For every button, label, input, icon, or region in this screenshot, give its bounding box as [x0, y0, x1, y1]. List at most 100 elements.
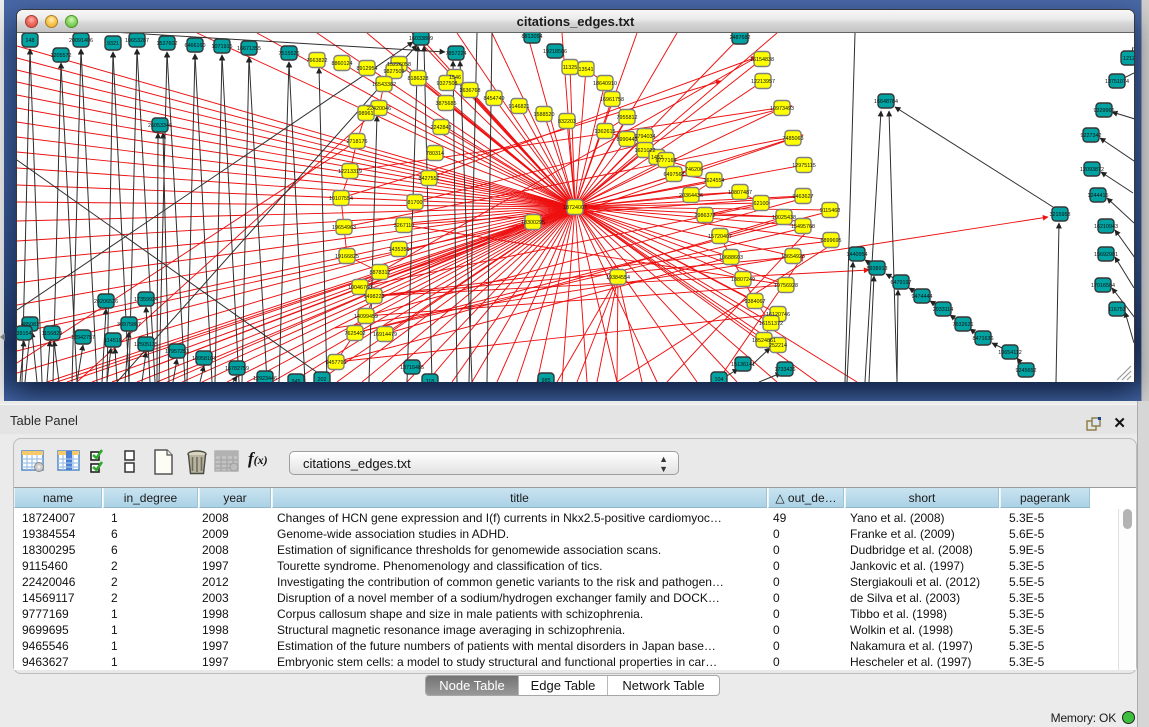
svg-text:1435356: 1435356	[389, 247, 410, 253]
svg-text:1362615: 1362615	[595, 129, 616, 135]
svg-text:1733426: 1733426	[775, 367, 796, 373]
svg-text:3875685: 3875685	[436, 101, 457, 107]
svg-text:12942757: 12942757	[71, 335, 95, 341]
svg-text:12093872: 12093872	[1080, 167, 1104, 173]
svg-text:8427552: 8427552	[419, 176, 440, 182]
svg-text:2636768: 2636768	[460, 88, 481, 94]
svg-text:104: 104	[715, 377, 724, 382]
svg-text:6479197: 6479197	[891, 280, 912, 286]
svg-text:116753: 116753	[1108, 307, 1126, 313]
svg-text:15226058: 15226058	[387, 62, 411, 68]
svg-text:6497568: 6497568	[664, 172, 685, 178]
svg-text:17016504: 17016504	[1091, 283, 1115, 289]
svg-text:20364436: 20364436	[679, 193, 703, 199]
svg-text:1440954: 1440954	[847, 252, 868, 258]
svg-text:118: 118	[426, 379, 435, 382]
svg-text:832203: 832203	[558, 119, 576, 125]
svg-text:8813054: 8813054	[522, 34, 543, 40]
svg-text:15136141: 15136141	[731, 362, 755, 368]
svg-text:20206526: 20206526	[94, 299, 118, 305]
svg-text:3215958: 3215958	[1050, 212, 1071, 218]
svg-text:13654923: 13654923	[781, 254, 805, 260]
svg-text:10688603: 10688603	[719, 255, 743, 261]
svg-text:16154838: 16154838	[750, 57, 774, 63]
svg-text:9827509: 9827509	[384, 69, 405, 75]
svg-text:7663822: 7663822	[307, 58, 328, 64]
svg-text:1621022: 1621022	[635, 148, 656, 154]
svg-text:16961758: 16961758	[600, 97, 624, 103]
svg-text:1244415: 1244415	[1088, 193, 1109, 199]
svg-text:9146821: 9146821	[509, 104, 530, 110]
svg-text:1212: 1212	[1123, 56, 1134, 62]
svg-text:9463627: 9463627	[793, 194, 814, 200]
svg-text:7857224: 7857224	[446, 51, 467, 57]
svg-text:19654963: 19654963	[332, 225, 356, 231]
svg-text:945: 945	[292, 379, 301, 382]
svg-text:8454749: 8454749	[484, 96, 505, 102]
svg-text:9329966: 9329966	[1094, 108, 1115, 114]
svg-text:202: 202	[318, 377, 327, 382]
svg-text:2986372: 2986372	[695, 213, 716, 219]
svg-text:18640910: 18640910	[593, 81, 617, 87]
svg-text:7625402: 7625402	[345, 331, 366, 337]
svg-text:81700: 81700	[408, 200, 423, 206]
svg-text:1205572: 1205572	[51, 53, 72, 59]
svg-text:8912954: 8912954	[357, 66, 378, 72]
svg-text:17957253: 17957253	[165, 349, 189, 355]
svg-text:30975867: 30975867	[117, 322, 141, 328]
svg-text:16782759: 16782759	[225, 366, 249, 372]
svg-text:8938913: 8938913	[867, 266, 888, 272]
svg-text:12213319: 12213319	[338, 169, 362, 175]
svg-text:10107554: 10107554	[329, 196, 353, 202]
svg-text:17359924: 17359924	[134, 297, 158, 303]
svg-text:8878312: 8878312	[370, 270, 391, 276]
svg-text:16210943: 16210943	[1094, 224, 1118, 230]
svg-text:7515526: 7515526	[279, 51, 300, 57]
svg-text:252214: 252214	[769, 343, 787, 349]
svg-text:8860124: 8860124	[332, 61, 353, 67]
svg-text:1071915: 1071915	[212, 44, 233, 50]
svg-text:11325: 11325	[563, 65, 578, 71]
svg-text:13751074: 13751074	[1105, 79, 1129, 85]
svg-text:9777169: 9777169	[656, 158, 677, 164]
svg-text:26053346: 26053346	[148, 123, 172, 129]
svg-text:16648784: 16648784	[874, 99, 898, 105]
svg-text:6899695: 6899695	[821, 238, 842, 244]
svg-text:3267110: 3267110	[394, 223, 415, 229]
svg-text:10958107: 10958107	[192, 356, 216, 362]
svg-text:7955812: 7955812	[617, 115, 638, 121]
svg-text:148: 148	[26, 38, 35, 44]
svg-text:15495768: 15495768	[791, 224, 815, 230]
svg-text:7485063: 7485063	[783, 136, 804, 142]
svg-text:1624554: 1624554	[704, 178, 725, 184]
svg-text:12975115: 12975115	[792, 163, 816, 169]
svg-text:12505135: 12505135	[134, 342, 158, 348]
svg-text:2487682: 2487682	[730, 35, 751, 41]
svg-text:9115460: 9115460	[820, 208, 841, 214]
svg-text:98961: 98961	[359, 111, 374, 117]
svg-text:18807249: 18807249	[731, 277, 755, 283]
svg-text:15692901: 15692901	[1094, 252, 1118, 258]
svg-text:2242843: 2242843	[431, 125, 452, 131]
svg-text:9245652: 9245652	[1016, 368, 1037, 374]
svg-text:12923446: 12923446	[253, 376, 277, 382]
svg-text:16033809: 16033809	[409, 36, 433, 42]
svg-text:9321: 9321	[107, 41, 119, 47]
svg-text:8186328: 8186328	[408, 76, 429, 82]
svg-text:19166825: 19166825	[335, 254, 359, 260]
svg-text:20091406: 20091406	[69, 38, 93, 44]
svg-text:13541: 13541	[579, 67, 594, 73]
svg-text:2933114: 2933114	[933, 307, 954, 313]
svg-text:6466160: 6466160	[185, 43, 206, 49]
svg-text:1156829: 1156829	[42, 331, 63, 337]
svg-text:12213957: 12213957	[751, 79, 775, 85]
svg-text:15720407: 15720407	[708, 234, 732, 240]
svg-text:10653287: 10653287	[125, 38, 149, 44]
svg-text:9457791: 9457791	[326, 360, 347, 366]
svg-text:16543382: 16543382	[372, 82, 396, 88]
svg-text:14099459: 14099459	[354, 314, 378, 320]
svg-text:1527602: 1527602	[157, 41, 178, 47]
svg-text:19384554: 19384554	[606, 275, 630, 281]
svg-text:9327508: 9327508	[437, 81, 458, 87]
svg-text:62100: 62100	[754, 201, 769, 207]
